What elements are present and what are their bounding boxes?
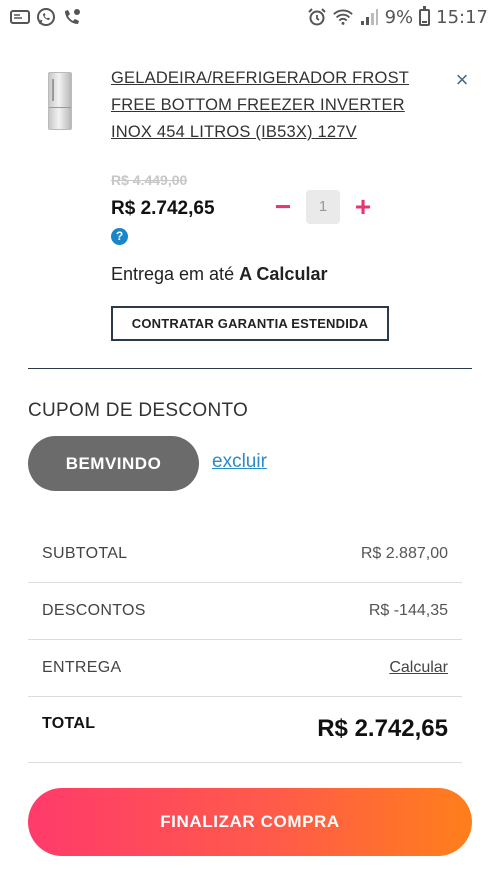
coupon-heading: CUPOM DE DESCONTO: [28, 400, 249, 421]
help-icon[interactable]: ?: [111, 228, 128, 245]
summary-label: ENTREGA: [42, 659, 122, 676]
increase-quantity-button[interactable]: +: [352, 193, 374, 221]
battery-percent: 9%: [384, 6, 414, 28]
delivery-value: A Calcular: [239, 264, 328, 284]
status-right: 9% 15:17: [307, 5, 488, 28]
summary-row-total: TOTAL R$ 2.742,65: [28, 697, 462, 763]
current-price: R$ 2.742,65: [111, 198, 215, 219]
total-value: R$ 2.742,65: [317, 715, 448, 742]
extended-warranty-button[interactable]: CONTRATAR GARANTIA ESTENDIDA: [111, 306, 389, 341]
alarm-icon: [307, 7, 327, 27]
checkout-button[interactable]: FINALIZAR COMPRA: [28, 788, 472, 856]
phone-missed-icon: [62, 7, 82, 27]
product-title-link[interactable]: GELADEIRA/REFRIGERADOR FROST FREE BOTTOM…: [111, 65, 441, 146]
delivery-label: Entrega em até: [111, 264, 235, 284]
summary-value: R$ 2.887,00: [360, 545, 448, 562]
status-bar: 9% 15:17: [0, 0, 500, 34]
total-label: TOTAL: [42, 715, 96, 732]
remove-coupon-link[interactable]: excluir: [212, 451, 267, 473]
summary-row-discounts: DESCONTOS R$ -144,35: [28, 583, 462, 640]
summary-value: R$ -144,35: [368, 602, 448, 619]
summary-row-delivery: ENTREGA Calcular: [28, 640, 462, 697]
summary-label: DESCONTOS: [42, 602, 146, 619]
summary-row-subtotal: SUBTOTAL R$ 2.887,00: [28, 526, 462, 583]
section-divider: [28, 368, 472, 369]
notification-icon: [10, 7, 30, 27]
quantity-field[interactable]: 1: [306, 190, 340, 224]
quantity-stepper: − 1 +: [272, 190, 374, 224]
order-summary: SUBTOTAL R$ 2.887,00 DESCONTOS R$ -144,3…: [28, 526, 462, 763]
product-thumbnail[interactable]: [48, 72, 72, 130]
remove-item-close-icon[interactable]: ×: [452, 69, 472, 91]
wifi-icon: [332, 7, 353, 27]
calculate-delivery-link[interactable]: Calcular: [389, 659, 448, 677]
whatsapp-icon: [36, 7, 56, 27]
battery-icon: [419, 5, 431, 26]
delivery-estimate: Entrega em até A Calcular: [111, 264, 327, 285]
signal-icon: [359, 7, 379, 27]
decrease-quantity-button[interactable]: −: [272, 193, 294, 221]
old-price: R$ 4.449,00: [111, 172, 188, 188]
status-left: [10, 7, 82, 27]
summary-label: SUBTOTAL: [42, 545, 128, 562]
clock: 15:17: [436, 6, 488, 28]
coupon-code-badge: BEMVINDO: [28, 436, 199, 491]
